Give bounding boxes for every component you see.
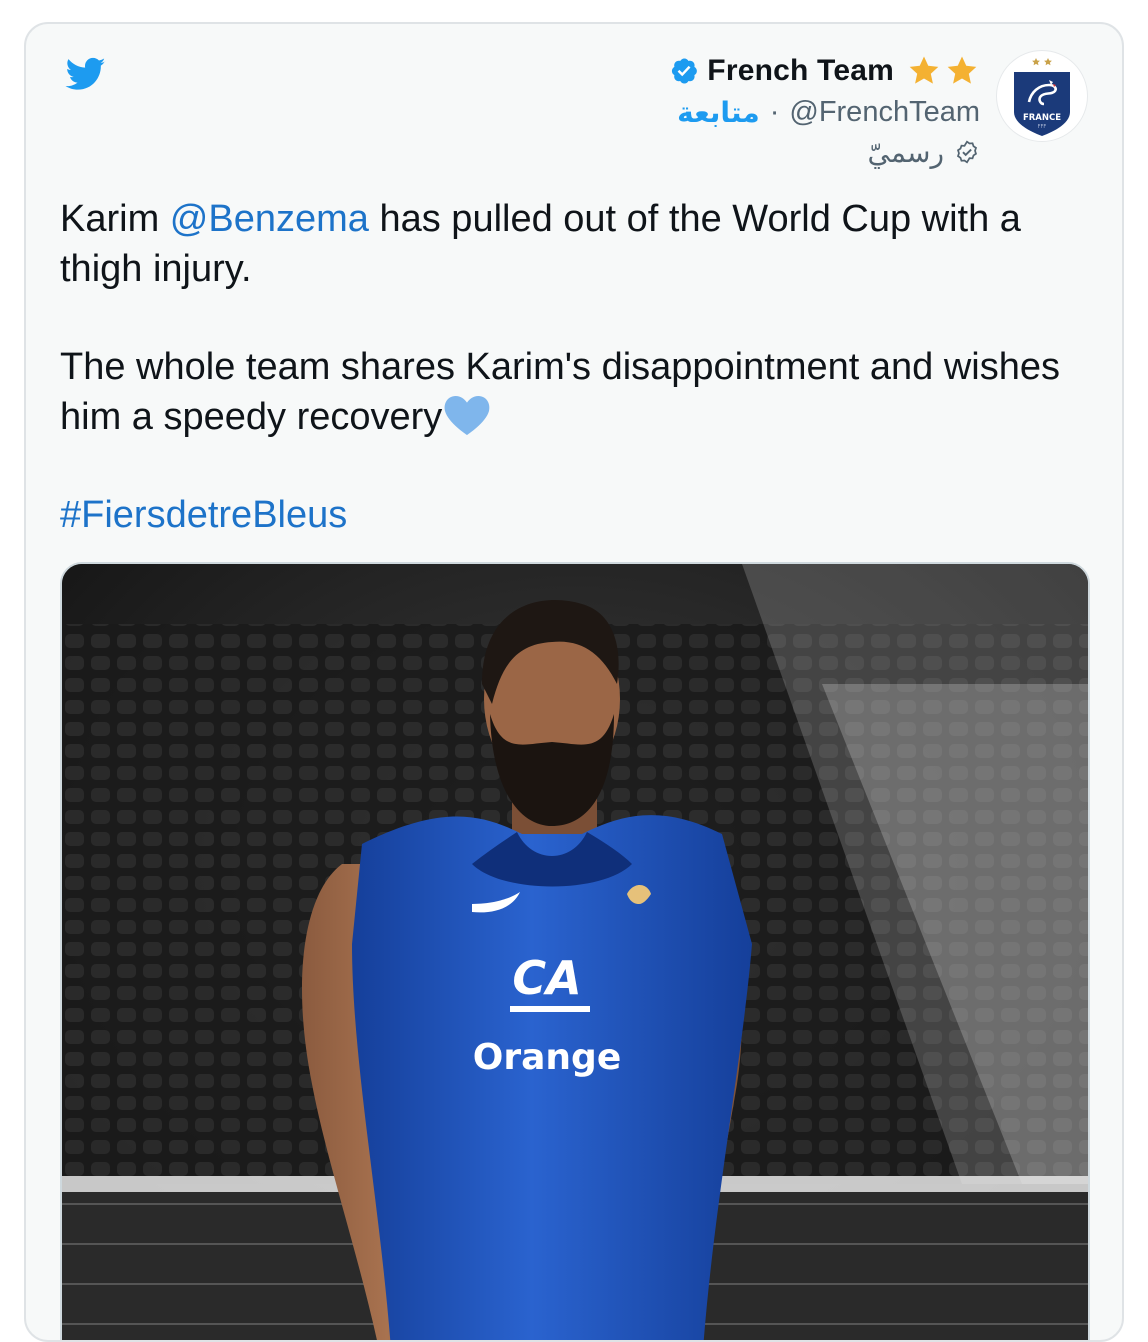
photo-scene: CA Orange <box>62 564 1088 1340</box>
follow-link[interactable]: متابعة <box>677 96 760 129</box>
avatar[interactable]: FRANCE FFF <box>996 50 1088 142</box>
tweet-author: French Team متابعة · @FrenchTeam رسميّ F… <box>669 50 1088 172</box>
gold-star-icon <box>909 56 939 84</box>
text-run: Karim <box>60 198 170 240</box>
crest-subtext: FFF <box>1038 124 1047 130</box>
tweet-photo[interactable]: CA Orange <box>60 562 1090 1340</box>
user-handle[interactable]: @FrenchTeam <box>789 96 980 129</box>
official-label-text: رسميّ <box>867 135 944 169</box>
tweet-text: Karim @Benzema has pulled out of the Wor… <box>60 194 1100 588</box>
tweet-card[interactable]: French Team متابعة · @FrenchTeam رسميّ F… <box>24 22 1124 1342</box>
separator-dot: · <box>769 95 780 128</box>
jersey-sponsor-logo: CA <box>512 951 581 1005</box>
twitter-bird-icon[interactable] <box>62 54 110 94</box>
tweet-paragraph-3: #FiersdetreBleus <box>60 490 1100 540</box>
blue-heart-icon <box>444 396 490 435</box>
text-run: The whole team shares Karim's disappoint… <box>60 346 1060 438</box>
name-row: French Team <box>669 50 980 92</box>
tweet-paragraph-1: Karim @Benzema has pulled out of the Wor… <box>60 194 1100 294</box>
verified-badge-icon <box>672 58 698 84</box>
gold-star-icon <box>947 56 977 84</box>
tweet-paragraph-2: The whole team shares Karim's disappoint… <box>60 342 1100 442</box>
display-name[interactable]: French Team <box>707 54 894 88</box>
handle-row: متابعة · @FrenchTeam <box>677 92 980 132</box>
author-text: French Team متابعة · @FrenchTeam رسميّ <box>669 50 980 172</box>
fff-crest-icon: FRANCE FFF <box>1014 58 1070 136</box>
official-label-icon <box>956 140 978 164</box>
mention-link[interactable]: @Benzema <box>170 198 369 240</box>
official-label: رسميّ <box>867 132 980 172</box>
stars <box>904 54 980 88</box>
jersey-sponsor-text: Orange <box>473 1037 621 1078</box>
crest-text: FRANCE <box>1023 113 1061 123</box>
hashtag-link[interactable]: #FiersdetreBleus <box>60 494 347 536</box>
